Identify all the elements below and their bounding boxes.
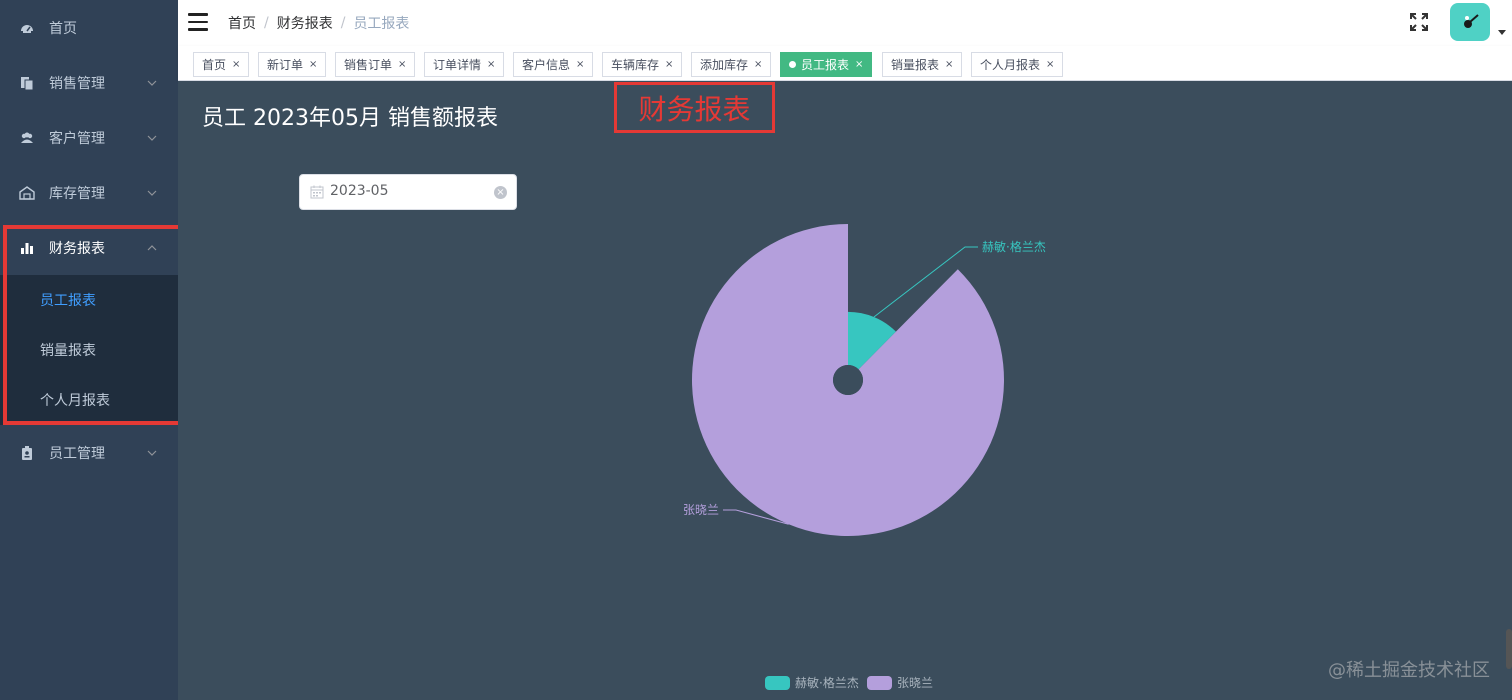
tag-new-order[interactable]: 新订单 × xyxy=(258,52,327,77)
subitem-label: 个人月报表 xyxy=(40,393,110,409)
guitar-icon xyxy=(1464,14,1479,28)
legend-label[interactable]: 张晓兰 xyxy=(897,676,933,690)
close-icon[interactable]: × xyxy=(855,59,863,70)
clear-icon[interactable]: × xyxy=(494,186,507,199)
tag-label: 员工报表 xyxy=(801,58,850,72)
watermark: @稀土掘金技术社区 xyxy=(1328,660,1490,681)
dashboard-icon xyxy=(19,20,35,36)
breadcrumb-separator: / xyxy=(264,15,269,31)
calendar-icon xyxy=(310,185,324,199)
tag-label: 客户信息 xyxy=(522,58,571,72)
sidebar-item-employees[interactable]: 员工管理 xyxy=(0,425,178,480)
sidebar-item-inventory[interactable]: 库存管理 xyxy=(0,165,178,220)
tag-label: 销量报表 xyxy=(891,58,940,72)
close-icon[interactable]: × xyxy=(945,59,953,70)
tag-order-detail[interactable]: 订单详情 × xyxy=(424,52,505,77)
tags-view: 首页 × 新订单 × 销售订单 × 订单详情 × 客户信息 × 车辆库存 × 添加库存 × 员… xyxy=(178,46,1512,81)
sidebar-subitem-personal-monthly-report[interactable]: 个人月报表 xyxy=(0,375,178,425)
subitem-label: 员工报表 xyxy=(40,293,96,309)
breadcrumb-item-home[interactable]: 首页 xyxy=(228,13,256,33)
sidebar-item-label: 员工管理 xyxy=(49,445,105,462)
legend-swatch[interactable] xyxy=(867,676,892,690)
active-dot xyxy=(789,61,796,68)
close-icon[interactable]: × xyxy=(576,59,584,70)
navbar: 首页 / 财务报表 / 员工报表 xyxy=(178,0,1512,46)
tag-label: 订单详情 xyxy=(433,58,482,72)
pie-label: 张晓兰 xyxy=(683,503,719,517)
close-icon[interactable]: × xyxy=(1046,59,1054,70)
copy-icon xyxy=(19,75,35,91)
sidebar-item-label: 首页 xyxy=(49,20,77,37)
tag-employee-report[interactable]: 员工报表 × xyxy=(780,52,873,77)
sidebar-item-label: 客户管理 xyxy=(49,130,105,147)
close-icon[interactable]: × xyxy=(309,59,317,70)
legend-swatch[interactable] xyxy=(765,676,790,690)
tag-label: 首页 xyxy=(202,58,227,72)
pie-center-hole xyxy=(833,365,863,395)
month-picker[interactable]: 2023-05 × xyxy=(299,174,517,210)
annotation-label: 财务报表 xyxy=(614,82,775,133)
tag-vehicle-stock[interactable]: 车辆库存 × xyxy=(602,52,683,77)
breadcrumb: 首页 / 财务报表 / 员工报表 xyxy=(228,13,409,33)
sidebar-item-home[interactable]: 首页 xyxy=(0,0,178,55)
chevron-down-icon xyxy=(147,450,157,456)
tag-label: 销售订单 xyxy=(344,58,393,72)
tag-label: 新订单 xyxy=(267,58,304,72)
tag-sales-order[interactable]: 销售订单 × xyxy=(335,52,416,77)
hamburger-icon[interactable] xyxy=(188,13,208,31)
sidebar-subitem-sales-volume-report[interactable]: 销量报表 xyxy=(0,325,178,375)
chevron-down-icon xyxy=(147,135,157,141)
sidebar-subitem-employee-report[interactable]: 员工报表 xyxy=(0,275,178,325)
breadcrumb-separator: / xyxy=(340,15,346,31)
bar-chart-icon xyxy=(19,240,35,256)
close-icon[interactable]: × xyxy=(665,59,673,70)
pie-label: 赫敏·格兰杰 xyxy=(982,239,1046,254)
caret-down-icon[interactable] xyxy=(1498,30,1506,35)
fullscreen-icon[interactable] xyxy=(1409,12,1429,32)
sidebar-item-label: 财务报表 xyxy=(49,240,105,257)
breadcrumb-item-current: 员工报表 xyxy=(353,16,410,32)
finance-submenu: 员工报表 销量报表 个人月报表 xyxy=(0,275,178,425)
chevron-up-icon xyxy=(147,244,157,250)
page-title: 员工 2023年05月 销售额报表 xyxy=(202,106,498,131)
main-content: 赫敏·格兰杰 张晓兰 赫敏·格兰杰 张晓兰 员工 2023年05月 销售额报表 财务报… xyxy=(178,81,1512,700)
month-picker-value: 2023-05 xyxy=(330,183,389,199)
tag-personal-monthly-report[interactable]: 个人月报表 × xyxy=(971,52,1064,77)
close-icon[interactable]: × xyxy=(398,59,406,70)
scrollbar-thumb[interactable] xyxy=(1506,629,1512,669)
legend-label[interactable]: 赫敏·格兰杰 xyxy=(795,675,859,690)
tag-customer-info[interactable]: 客户信息 × xyxy=(513,52,594,77)
avatar[interactable] xyxy=(1450,3,1490,41)
close-icon[interactable]: × xyxy=(754,59,762,70)
tag-label: 添加库存 xyxy=(700,58,749,72)
subitem-label: 销量报表 xyxy=(40,343,96,359)
chevron-down-icon xyxy=(147,190,157,196)
sidebar-item-label: 销售管理 xyxy=(49,75,105,92)
sidebar-item-customers[interactable]: 客户管理 xyxy=(0,110,178,165)
tag-home[interactable]: 首页 × xyxy=(193,52,250,77)
sidebar-item-label: 库存管理 xyxy=(49,185,105,202)
close-icon[interactable]: × xyxy=(232,59,240,70)
sidebar-item-finance[interactable]: 财务报表 xyxy=(0,220,178,275)
breadcrumb-item-finance[interactable]: 财务报表 xyxy=(277,13,333,33)
tag-add-stock[interactable]: 添加库存 × xyxy=(691,52,772,77)
users-icon xyxy=(19,130,35,146)
chevron-down-icon xyxy=(147,80,157,86)
sidebar-item-sales[interactable]: 销售管理 xyxy=(0,55,178,110)
tag-label: 个人月报表 xyxy=(980,58,1041,72)
badge-icon xyxy=(19,445,35,461)
close-icon[interactable]: × xyxy=(487,59,495,70)
tag-sales-volume-report[interactable]: 销量报表 × xyxy=(882,52,963,77)
sidebar: 首页 销售管理 客户管理 库存管理 财务报表 员工报表 销量报表 个人月报表 员… xyxy=(0,0,191,700)
warehouse-icon xyxy=(19,185,35,201)
tag-label: 车辆库存 xyxy=(611,58,660,72)
